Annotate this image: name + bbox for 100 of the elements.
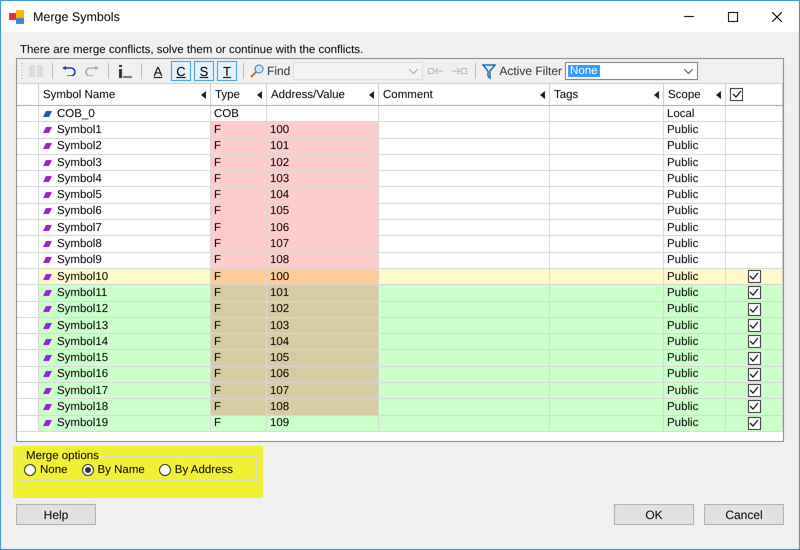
symbol-name: Symbol14 — [57, 336, 108, 348]
row-header-cell[interactable] — [17, 187, 39, 204]
symbol-name: Symbol10 — [57, 270, 108, 283]
row-header-cell[interactable] — [17, 285, 39, 302]
scope-cell: Public — [664, 285, 726, 302]
row-header-cell[interactable] — [17, 334, 39, 350]
symbol-icon — [43, 241, 52, 248]
type-cell: F — [211, 204, 267, 220]
row-header-cell[interactable] — [17, 236, 39, 253]
row-checkbox[interactable] — [748, 335, 760, 348]
row-header-cell[interactable] — [17, 268, 39, 286]
type-cell: F — [211, 383, 267, 400]
symbol-icon — [43, 404, 52, 410]
address-cell: 108 — [267, 252, 379, 269]
symbol-name: Symbol6 — [57, 205, 102, 218]
row-header-cell[interactable] — [17, 220, 39, 236]
symbol-icon — [43, 338, 52, 345]
chevron-down-icon — [409, 68, 418, 74]
radio-button[interactable] — [158, 464, 171, 476]
type-cell: F — [211, 252, 267, 269]
row-checkbox[interactable] — [748, 302, 760, 316]
address-cell: 107 — [267, 383, 379, 400]
row-header-cell[interactable] — [17, 106, 39, 122]
type-cell: F — [211, 416, 267, 432]
help-button[interactable]: Help — [16, 504, 96, 525]
filter-toggle-button[interactable]: T — [217, 61, 237, 81]
row-header-cell[interactable] — [17, 383, 39, 400]
symbol-icon — [43, 192, 52, 198]
scope-cell: Public — [664, 252, 726, 269]
row-header-cell[interactable] — [17, 416, 39, 432]
row-checkbox[interactable] — [748, 352, 760, 365]
symbol-name: Symbol1 — [57, 124, 102, 136]
sort-arrow-icon[interactable] — [257, 90, 262, 98]
row-header-cell[interactable] — [17, 122, 39, 139]
scope-cell: Public — [664, 416, 726, 432]
filter-toggle-button[interactable]: A — [148, 61, 168, 81]
column-header[interactable]: Address/Value — [271, 88, 345, 100]
scope-cell: Public — [664, 122, 726, 139]
sort-arrow-icon[interactable] — [654, 90, 659, 98]
symbol-name: Symbol19 — [57, 417, 108, 430]
radio-label[interactable]: By Name — [98, 464, 145, 476]
row-header-cell[interactable] — [17, 366, 39, 384]
address-cell: 104 — [267, 187, 379, 204]
symbol-icon — [43, 355, 52, 362]
row-header-cell[interactable] — [17, 318, 39, 334]
row-checkbox[interactable] — [748, 270, 760, 284]
scope-cell: Public — [664, 334, 726, 350]
sort-arrow-icon[interactable] — [716, 90, 721, 98]
symbol-name: Symbol5 — [57, 189, 102, 202]
find-field[interactable] — [293, 62, 424, 80]
column-header[interactable]: Comment — [383, 88, 433, 100]
filter-toggle-button[interactable]: C — [171, 61, 191, 81]
radio-button[interactable] — [24, 464, 36, 476]
column-header[interactable]: Type — [215, 88, 240, 100]
symbol-icon — [43, 290, 52, 296]
type-cell: F — [211, 302, 267, 318]
symbol-icon — [43, 176, 52, 182]
row-checkbox[interactable] — [748, 400, 760, 414]
row-checkbox[interactable] — [748, 368, 760, 381]
row-header-cell[interactable] — [17, 138, 39, 155]
type-cell: F — [211, 318, 267, 334]
row-header-cell[interactable] — [17, 154, 39, 172]
radio-label[interactable]: None — [40, 464, 68, 476]
row-checkbox[interactable] — [748, 286, 760, 300]
radio-label[interactable]: By Address — [174, 464, 233, 476]
sort-arrow-icon[interactable] — [201, 90, 206, 98]
sort-arrow-icon[interactable] — [369, 90, 374, 98]
column-header[interactable]: Tags — [554, 88, 578, 100]
symbol-icon — [43, 388, 52, 394]
filter-toggle-button[interactable]: S — [194, 61, 214, 81]
symbol-icon — [43, 371, 52, 378]
app-icon — [9, 10, 25, 24]
row-header-cell[interactable] — [17, 399, 39, 416]
row-checkbox[interactable] — [748, 319, 760, 332]
select-all-checkbox[interactable] — [730, 88, 743, 101]
symbol-icon — [43, 322, 52, 328]
scope-cell: Public — [664, 171, 726, 188]
scope-cell: Public — [664, 383, 726, 400]
type-cell: F — [211, 285, 267, 302]
radio-button[interactable] — [82, 464, 94, 476]
scope-cell: Local — [664, 106, 726, 122]
row-header-cell[interactable] — [17, 252, 39, 269]
row-header-cell[interactable] — [17, 350, 39, 367]
symbol-name: Symbol4 — [57, 172, 102, 185]
ok-button[interactable]: OK — [614, 504, 694, 525]
search-icon — [250, 64, 264, 78]
cancel-button[interactable]: Cancel — [704, 504, 784, 525]
row-checkbox[interactable] — [748, 384, 760, 398]
row-header-cell[interactable] — [17, 302, 39, 318]
row-header-cell[interactable] — [17, 204, 39, 220]
address-cell: 104 — [267, 334, 379, 350]
column-header[interactable]: Scope — [668, 88, 701, 100]
row-header-cell[interactable] — [17, 171, 39, 188]
row-checkbox[interactable] — [748, 416, 760, 430]
sort-arrow-icon[interactable] — [540, 90, 545, 98]
column-header[interactable]: Symbol Name — [43, 88, 116, 100]
merge-options-title: Merge options — [25, 450, 100, 462]
conflict-message: There are merge conflicts, solve them or continue with the conflicts. — [20, 44, 364, 56]
symbol-name: Symbol9 — [57, 254, 102, 266]
type-cell: COB — [211, 106, 267, 122]
